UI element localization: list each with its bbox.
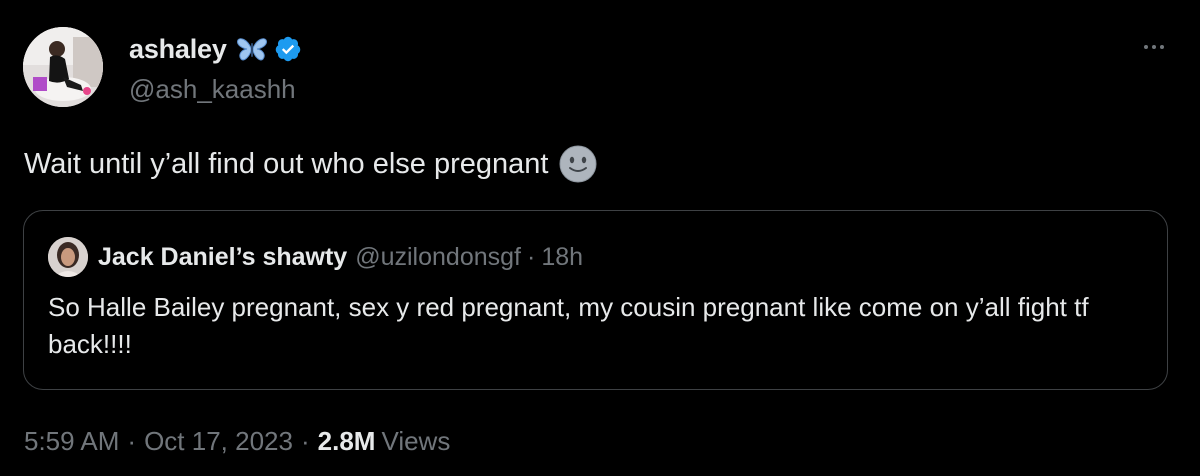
tweet-time[interactable]: 5:59 AM [24, 426, 119, 457]
meta-separator: · [127, 426, 137, 456]
verified-badge-icon[interactable] [274, 35, 302, 63]
quoted-author-avatar[interactable] [48, 237, 88, 277]
slightly-smiling-face-icon [559, 145, 597, 183]
tweet-text-row: Wait until y’all find out who else pregn… [24, 144, 598, 184]
more-options-button[interactable] [1134, 32, 1174, 62]
author-display-name[interactable]: ashaley [129, 34, 227, 65]
more-options-dot [1152, 45, 1156, 49]
tweet-meta-row: 5:59 AM · Oct 17, 2023 · 2.8M Views [24, 426, 450, 457]
quoted-timestamp[interactable]: 18h [541, 243, 583, 272]
quoted-author-handle[interactable]: @uzilondonsgf [355, 243, 521, 272]
views-count: 2.8M [317, 426, 376, 456]
meta-separator: · [300, 426, 310, 456]
quoted-tweet-header: Jack Daniel’s shawty @uzilondonsgf · 18h [48, 237, 583, 277]
author-avatar[interactable] [23, 27, 103, 107]
quoted-tweet-card[interactable]: Jack Daniel’s shawty @uzilondonsgf · 18h… [23, 210, 1168, 390]
quoted-tweet-text: So Halle Bailey pregnant, sex y red preg… [48, 292, 1089, 359]
quoted-author-avatar-image [48, 237, 88, 277]
author-handle[interactable]: @ash_kaashh [129, 74, 296, 105]
tweet-card: ashaley @ash_kaashh Wait until y’all fin… [0, 0, 1200, 476]
quoted-author-display-name[interactable]: Jack Daniel’s shawty [98, 243, 347, 272]
butterfly-icon [236, 38, 267, 61]
quoted-separator: · [526, 242, 536, 271]
views-label: Views [381, 426, 451, 456]
more-options-icon [1144, 45, 1148, 49]
author-avatar-image [23, 27, 103, 107]
tweet-text: Wait until y’all find out who else pregn… [24, 147, 549, 180]
tweet-date[interactable]: Oct 17, 2023 [144, 426, 293, 457]
author-name-row[interactable]: ashaley [129, 32, 302, 66]
more-options-dot [1160, 45, 1164, 49]
